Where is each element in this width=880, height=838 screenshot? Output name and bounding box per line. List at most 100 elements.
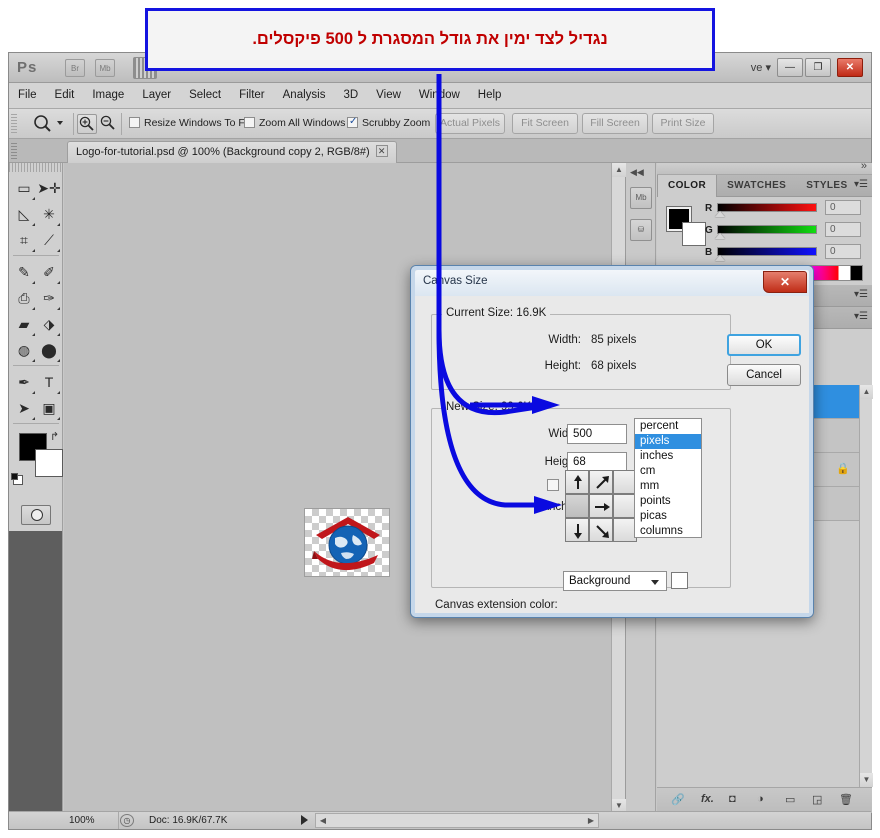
current-tool-preset[interactable] <box>29 113 73 135</box>
menu-view[interactable]: View <box>367 83 410 109</box>
lasso-tool[interactable]: ◺ <box>11 201 37 227</box>
paint-bucket-tool[interactable]: ⬗ <box>36 311 62 337</box>
move-tool[interactable]: ➤✛ <box>36 175 62 201</box>
anchor-bottom-left[interactable] <box>565 518 589 542</box>
blur-tool[interactable]: ◍ <box>11 337 37 363</box>
crop-tool[interactable]: ⌗ <box>11 227 37 253</box>
ok-button[interactable]: OK <box>727 334 801 356</box>
document-image[interactable] <box>304 508 390 577</box>
red-slider-track[interactable] <box>717 203 817 212</box>
expand-dock-icon[interactable]: ◀◀ <box>630 167 644 178</box>
tab-swatches[interactable]: SWATCHES <box>717 175 796 197</box>
background-color-swatch[interactable] <box>35 449 63 477</box>
zoom-level[interactable]: 100% <box>63 812 119 829</box>
status-menu-arrow-icon[interactable] <box>301 815 308 825</box>
unit-dropdown-list[interactable]: percent pixels inches cm mm points picas… <box>634 418 702 538</box>
close-button[interactable]: ✕ <box>837 58 863 77</box>
menu-help[interactable]: Help <box>469 83 511 109</box>
document-tab-close-icon[interactable]: ✕ <box>375 145 388 157</box>
tab-styles[interactable]: STYLES <box>796 175 857 197</box>
blue-slider-thumb[interactable] <box>715 255 725 261</box>
hscroll-right-icon[interactable]: ▶ <box>584 814 598 827</box>
height-input[interactable]: 68 <box>567 452 627 472</box>
menu-layer[interactable]: Layer <box>133 83 180 109</box>
anchor-top-left[interactable] <box>565 470 589 494</box>
spot-healing-brush-tool[interactable]: ✎ <box>11 259 37 285</box>
history-brush-tool[interactable]: ✑ <box>36 285 62 311</box>
fx-icon[interactable]: fx. <box>701 793 714 805</box>
menu-analysis[interactable]: Analysis <box>274 83 335 109</box>
width-input[interactable]: 500 <box>567 424 627 444</box>
adjustments-panel-menu-icon[interactable]: ▾☰ <box>854 289 868 300</box>
magic-wand-tool[interactable]: ✳ <box>36 201 62 227</box>
cancel-button[interactable]: Cancel <box>727 364 801 386</box>
unit-option-picas[interactable]: picas <box>635 509 701 524</box>
unit-option-cm[interactable]: cm <box>635 464 701 479</box>
maximize-button[interactable]: ❐ <box>805 58 831 77</box>
unit-option-percent[interactable]: percent <box>635 419 701 434</box>
zoom-in-button[interactable] <box>77 114 97 134</box>
brush-tool[interactable]: ✐ <box>36 259 62 285</box>
anchor-top-center[interactable] <box>589 470 613 494</box>
adjustment-icon[interactable]: ◑ <box>757 793 764 805</box>
rectangular-marquee-tool[interactable]: ▭ <box>11 175 37 201</box>
eyedropper-tool[interactable]: ⟋ <box>36 227 62 253</box>
rectangle-shape-tool[interactable]: ▣ <box>36 395 62 421</box>
swap-colors-icon[interactable]: ↱ <box>50 430 59 443</box>
resize-windows-to-fit-checkbox[interactable]: Resize Windows To Fit <box>129 117 250 129</box>
new-layer-icon[interactable]: ◲ <box>812 793 822 806</box>
tools-panel-grip[interactable] <box>9 163 63 172</box>
layers-scroll-up-icon[interactable]: ▲ <box>860 385 873 399</box>
zoom-all-windows-checkbox[interactable]: Zoom All Windows <box>244 117 345 129</box>
fit-screen-button[interactable]: Fit Screen <box>512 113 578 134</box>
document-tab[interactable]: Logo-for-tutorial.psd @ 100% (Background… <box>67 141 397 163</box>
menu-window[interactable]: Window <box>410 83 469 109</box>
unit-option-pixels[interactable]: pixels <box>635 434 701 449</box>
anchor-bottom-center[interactable] <box>589 518 613 542</box>
red-value-field[interactable]: 0 <box>825 200 861 215</box>
unit-option-inches[interactable]: inches <box>635 449 701 464</box>
color-background-swatch[interactable] <box>682 222 706 246</box>
link-icon[interactable]: 🔗 <box>671 793 685 806</box>
print-size-button[interactable]: Print Size <box>652 113 714 134</box>
dodge-tool[interactable]: ⬤ <box>36 337 62 363</box>
menu-3d[interactable]: 3D <box>334 83 367 109</box>
workspace-switcher[interactable]: ve ▾ <box>751 59 771 77</box>
folder-icon[interactable]: ▭ <box>785 793 795 806</box>
anchor-middle-center[interactable] <box>589 494 613 518</box>
menu-select[interactable]: Select <box>180 83 230 109</box>
fill-screen-button[interactable]: Fill Screen <box>582 113 648 134</box>
dialog-titlebar[interactable]: Canvas Size <box>415 270 809 296</box>
history-icon[interactable]: ⛁ <box>630 219 652 241</box>
dock-header[interactable] <box>657 160 872 175</box>
tab-color[interactable]: COLOR <box>657 175 718 197</box>
eraser-tool[interactable]: ▰ <box>11 311 37 337</box>
mini-bridge-button[interactable]: Mb <box>95 59 115 77</box>
unit-option-columns[interactable]: columns <box>635 524 701 539</box>
clone-stamp-tool[interactable]: ⎙ <box>11 285 37 311</box>
red-slider-thumb[interactable] <box>715 211 725 217</box>
hscroll-left-icon[interactable]: ◀ <box>316 814 330 827</box>
masks-panel-menu-icon[interactable]: ▾☰ <box>854 311 868 322</box>
pen-tool[interactable]: ✒ <box>11 369 37 395</box>
mini-bridge-icon[interactable]: Mb <box>630 187 652 209</box>
zoom-out-button[interactable] <box>99 114 119 134</box>
minimize-button[interactable]: — <box>777 58 803 77</box>
green-slider-thumb[interactable] <box>715 233 725 239</box>
unit-option-mm[interactable]: mm <box>635 479 701 494</box>
unit-option-points[interactable]: points <box>635 494 701 509</box>
menu-image[interactable]: Image <box>83 83 133 109</box>
bridge-button[interactable]: Br <box>65 59 85 77</box>
menu-edit[interactable]: Edit <box>46 83 84 109</box>
actual-pixels-button[interactable]: Actual Pixels <box>435 113 505 134</box>
canvas-extension-color-select[interactable]: Background <box>563 571 667 591</box>
delete-icon[interactable]: 🗑 <box>839 793 853 806</box>
menu-filter[interactable]: Filter <box>230 83 274 109</box>
scrubby-zoom-checkbox[interactable]: Scrubby Zoom <box>347 116 430 129</box>
blue-value-field[interactable]: 0 <box>825 244 861 259</box>
tab-bar-grip[interactable] <box>11 143 17 159</box>
layers-scrollbar[interactable]: ▲ ▼ <box>859 385 873 787</box>
canvas-extension-color-swatch[interactable] <box>671 572 688 589</box>
green-value-field[interactable]: 0 <box>825 222 861 237</box>
blue-slider-track[interactable] <box>717 247 817 256</box>
